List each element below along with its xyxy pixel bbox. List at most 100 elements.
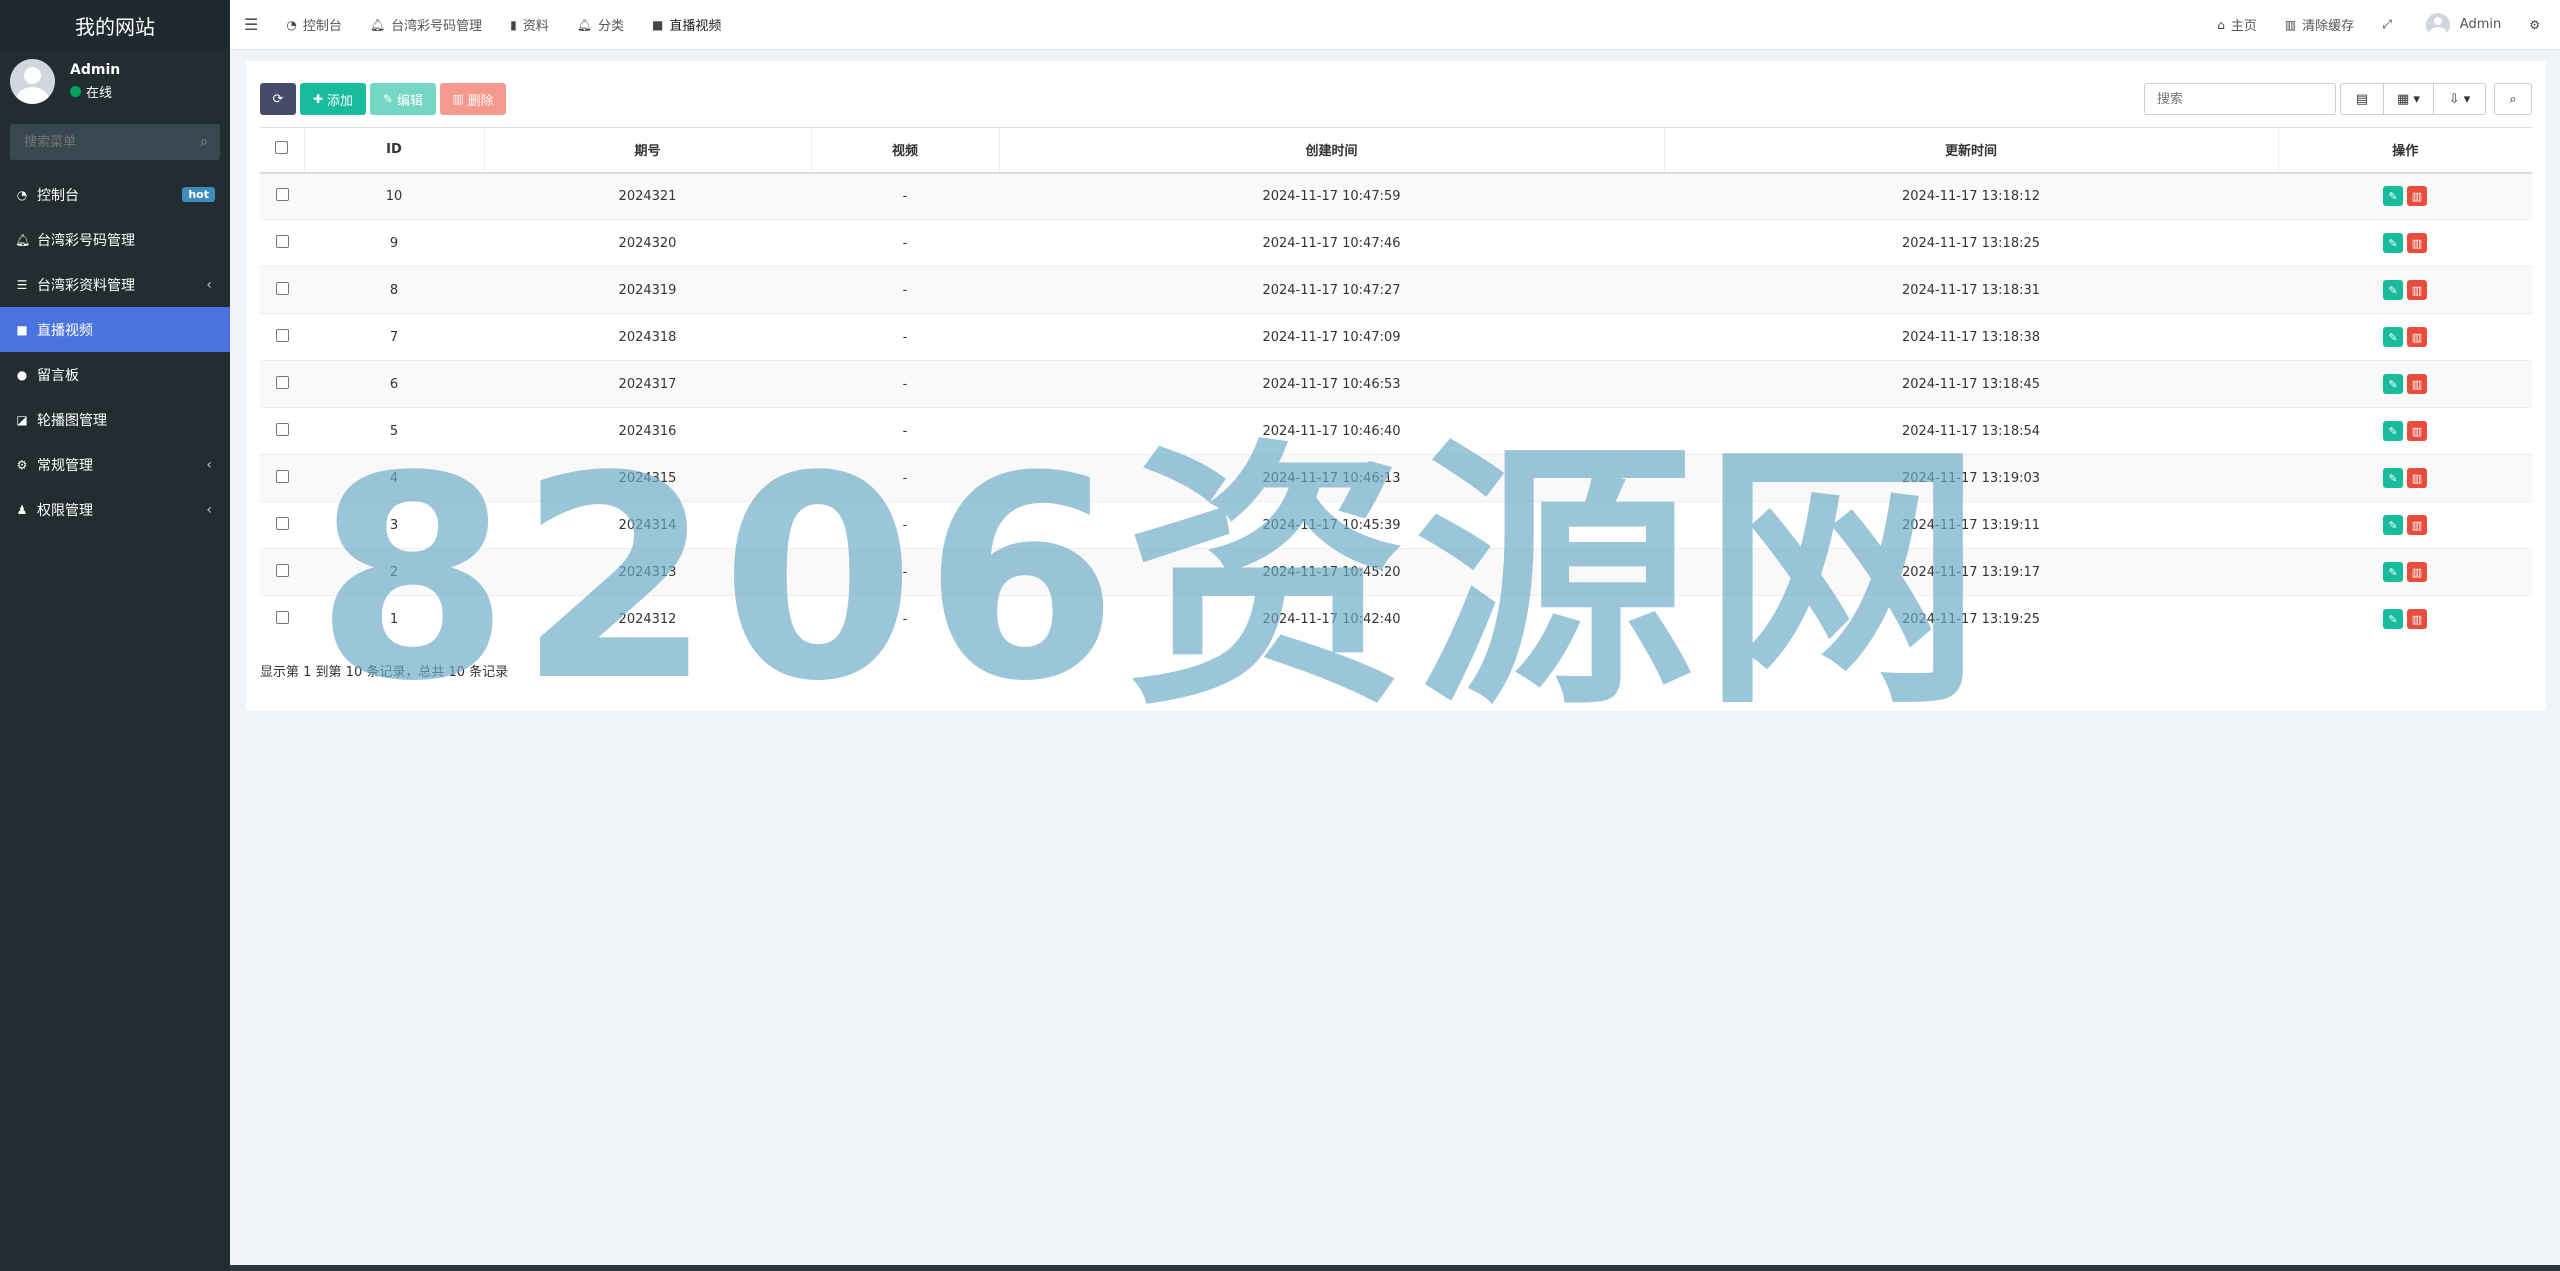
row-edit-button[interactable]: ✎ xyxy=(2383,233,2403,253)
sidebar-item-dashboard[interactable]: ◔ 控制台 hot xyxy=(0,172,230,217)
row-edit-button[interactable]: ✎ xyxy=(2383,374,2403,394)
menu-search-input[interactable] xyxy=(22,133,182,151)
clear-cache-button[interactable]: ▥ 清除缓存 xyxy=(2271,0,2368,50)
row-edit-button[interactable]: ✎ xyxy=(2383,515,2403,535)
cell-issue: 2024312 xyxy=(484,595,811,643)
column-header-id[interactable]: ID xyxy=(303,127,484,174)
row-edit-button[interactable]: ✎ xyxy=(2383,562,2403,582)
tab-dashboard[interactable]: ◔ 控制台 xyxy=(272,0,356,50)
toggle-view-button[interactable]: ▤ xyxy=(2340,83,2384,115)
edit-button[interactable]: ✎ 编辑 xyxy=(370,83,436,115)
row-checkbox[interactable] xyxy=(275,328,289,342)
sidebar-item-general-management[interactable]: ⚙ 常规管理 ‹ xyxy=(0,442,230,487)
row-checkbox[interactable] xyxy=(275,610,289,624)
online-dot-icon xyxy=(70,85,81,97)
row-edit-button[interactable]: ✎ xyxy=(2383,327,2403,347)
table-body: 10 2024321 - 2024-11-17 10:47:59 2024-11… xyxy=(260,172,2532,643)
user-status-label: 在线 xyxy=(86,85,113,101)
site-brand[interactable]: 我的网站 xyxy=(0,0,230,50)
bell-icon: 🔔︎ xyxy=(576,17,592,32)
row-delete-button[interactable]: ▥ xyxy=(2407,562,2427,582)
column-header-video[interactable]: 视频 xyxy=(810,127,999,174)
cell-updated: 2024-11-17 13:19:11 xyxy=(1664,501,2278,549)
sidebar-item-label: 留言板 xyxy=(37,367,79,384)
settings-button[interactable]: ⚙ xyxy=(2515,0,2560,50)
bookmark-icon: ▮ xyxy=(510,17,517,32)
table-row: 6 2024317 - 2024-11-17 10:46:53 2024-11-… xyxy=(260,360,2532,408)
cell-id: 10 xyxy=(304,172,484,220)
column-header-created[interactable]: 创建时间 xyxy=(998,127,1664,174)
comment-icon: ● xyxy=(16,367,28,382)
row-delete-button[interactable]: ▥ xyxy=(2407,515,2427,535)
tab-number-management[interactable]: 🔔︎ 台湾彩号码管理 xyxy=(356,0,496,50)
row-delete-button[interactable]: ▥ xyxy=(2407,609,2427,630)
row-delete-button[interactable]: ▥ xyxy=(2407,233,2427,253)
cell-video: - xyxy=(811,360,999,408)
cell-issue: 2024319 xyxy=(484,266,811,314)
row-edit-button[interactable]: ✎ xyxy=(2383,609,2403,630)
sidebar-item-permission-management[interactable]: ♟ 权限管理 ‹ xyxy=(0,487,230,532)
sidebar-item-label: 控制台 xyxy=(37,187,79,204)
tab-category[interactable]: 🔔︎ 分类 xyxy=(563,0,638,50)
home-link[interactable]: ⌂ 主页 xyxy=(2203,0,2271,50)
row-checkbox[interactable] xyxy=(275,516,289,530)
column-header-actions: 操作 xyxy=(2277,127,2532,174)
row-delete-button[interactable]: ▥ xyxy=(2407,421,2427,441)
row-checkbox[interactable] xyxy=(275,422,289,436)
cell-issue: 2024321 xyxy=(484,172,811,220)
row-checkbox[interactable] xyxy=(275,563,289,577)
user-panel: Admin 在线 xyxy=(0,50,230,112)
table-search-input[interactable] xyxy=(2144,83,2336,115)
row-checkbox[interactable] xyxy=(275,375,289,389)
user-avatar xyxy=(10,58,55,104)
tab-data[interactable]: ▮ 资料 xyxy=(496,0,563,50)
column-header-issue[interactable]: 期号 xyxy=(483,127,811,174)
cell-issue: 2024318 xyxy=(484,313,811,361)
data-table: ID 期号 视频 创建时间 更新时间 操作 10 2024321 - 2024-… xyxy=(260,127,2532,643)
add-button[interactable]: ✚ 添加 xyxy=(300,83,366,115)
cell-created: 2024-11-17 10:47:46 xyxy=(999,219,1664,267)
cell-updated: 2024-11-17 13:19:25 xyxy=(1664,595,2278,643)
cell-id: 5 xyxy=(304,407,484,455)
row-edit-button[interactable]: ✎ xyxy=(2383,421,2403,441)
row-delete-button[interactable]: ▥ xyxy=(2407,280,2427,300)
columns-button[interactable]: ▦ ▾ xyxy=(2384,83,2434,115)
dashboard-icon: ◔ xyxy=(16,187,28,202)
row-checkbox[interactable] xyxy=(275,469,289,483)
sidebar-item-data-management[interactable]: ☰ 台湾彩资料管理 ‹ xyxy=(0,262,230,307)
refresh-button[interactable]: ⟳ xyxy=(260,83,296,115)
row-edit-button[interactable]: ✎ xyxy=(2383,468,2403,488)
search-icon[interactable]: ⌕ xyxy=(200,134,208,150)
fullscreen-button[interactable]: ⤢ xyxy=(2368,0,2412,50)
row-delete-button[interactable]: ▥ xyxy=(2407,186,2427,207)
row-checkbox[interactable] xyxy=(275,187,289,201)
tab-live-video[interactable]: ■ 直播视频 xyxy=(638,0,735,50)
sidebar-toggle-button[interactable]: ☰ xyxy=(230,0,272,50)
sidebar-item-label: 台湾彩资料管理 xyxy=(37,277,135,294)
row-delete-button[interactable]: ▥ xyxy=(2407,468,2427,488)
row-checkbox[interactable] xyxy=(275,234,289,248)
row-checkbox[interactable] xyxy=(275,281,289,295)
sidebar-item-carousel-management[interactable]: ◪ 轮播图管理 xyxy=(0,397,230,442)
hamburger-icon: ☰ xyxy=(244,15,259,34)
image-icon: ◪ xyxy=(16,412,28,427)
chevron-left-icon: ‹ xyxy=(206,501,212,518)
row-delete-button[interactable]: ▥ xyxy=(2407,327,2427,347)
sidebar-menu: ◔ 控制台 hot 🔔︎ 台湾彩号码管理 ☰ 台湾彩资料管理 ‹ ■ 直播视频 … xyxy=(0,172,230,532)
row-edit-button[interactable]: ✎ xyxy=(2383,186,2403,207)
cell-video: - xyxy=(811,454,999,502)
export-button[interactable]: ⇩ ▾ xyxy=(2434,83,2486,115)
cell-id: 4 xyxy=(304,454,484,502)
select-all-checkbox[interactable] xyxy=(275,141,289,155)
cell-id: 9 xyxy=(304,219,484,267)
row-edit-button[interactable]: ✎ xyxy=(2383,280,2403,300)
cell-updated: 2024-11-17 13:18:25 xyxy=(1664,219,2278,267)
sidebar-item-number-management[interactable]: 🔔︎ 台湾彩号码管理 xyxy=(0,217,230,262)
row-delete-button[interactable]: ▥ xyxy=(2407,374,2427,394)
column-header-updated[interactable]: 更新时间 xyxy=(1663,127,2278,174)
sidebar-item-message-board[interactable]: ● 留言板 xyxy=(0,352,230,397)
delete-button[interactable]: ▥ 删除 xyxy=(440,83,506,115)
user-menu[interactable]: Admin xyxy=(2412,0,2515,50)
sidebar-item-live-video[interactable]: ■ 直播视频 xyxy=(0,307,230,352)
advanced-search-button[interactable]: ⌕ xyxy=(2494,83,2532,115)
